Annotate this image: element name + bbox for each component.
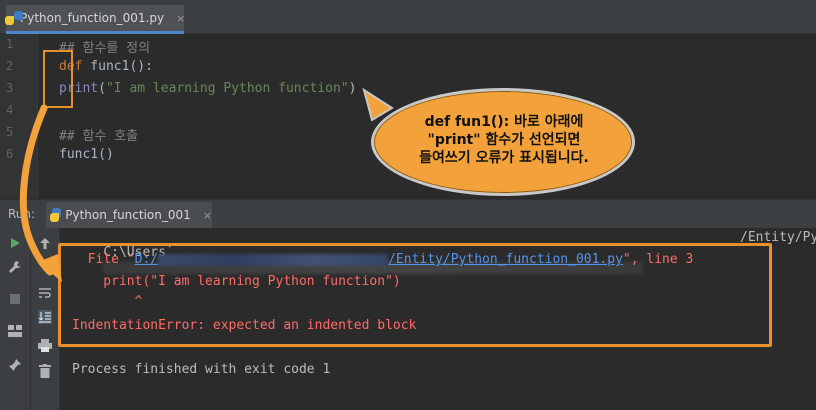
annotation-arrows xyxy=(19,87,394,282)
callout-text: def fun1(): 바로 아래에 "print" 함수가 선언되면 들여쓰기… xyxy=(389,113,619,167)
callout-line-1: def fun1(): 바로 아래에 xyxy=(424,114,584,130)
yellow-arrow xyxy=(19,104,54,276)
callout-line-2: "print" 함수가 선언되면 xyxy=(427,132,581,148)
callout-line-3: 들여쓰기 오류가 표시됩니다. xyxy=(419,150,589,166)
